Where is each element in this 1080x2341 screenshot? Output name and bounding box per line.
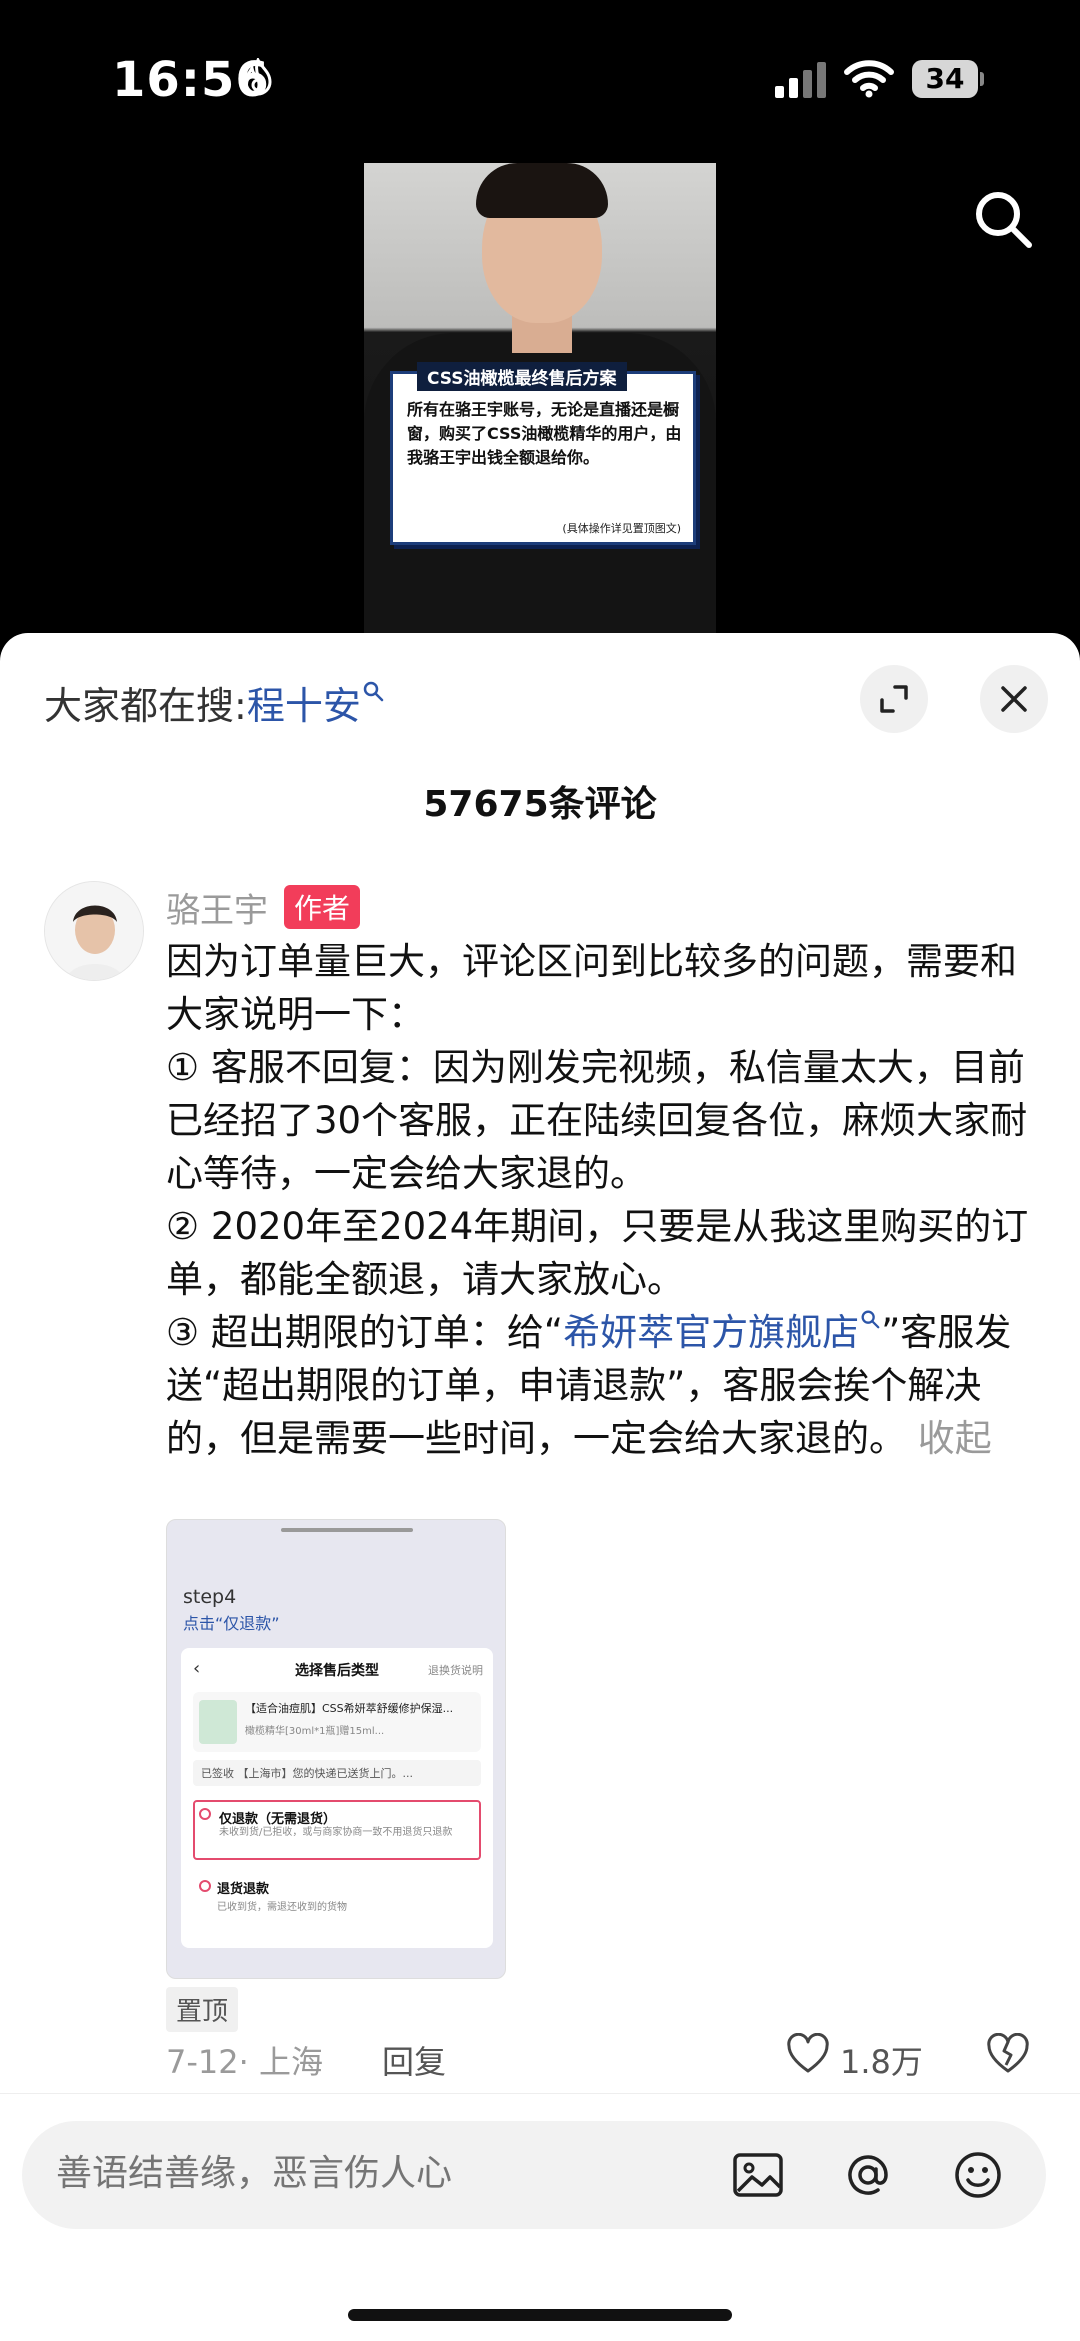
divider: [0, 2093, 1080, 2094]
close-button[interactable]: [980, 665, 1048, 733]
comment-paragraph: ③ 超出期限的订单：给“希妍萃官方旗舰店 ”客服发送“超出期限的订单，申请退款”，…: [166, 1306, 1042, 1465]
close-icon: [1001, 686, 1027, 712]
comment-text: 因为订单量巨大，评论区问到比较多的问题，需要和大家说明一下： ① 客服不回复：因…: [166, 935, 1042, 1465]
product-image: [199, 1700, 237, 1744]
comment-paragraph: ② 2020年至2024年期间，只要是从我这里购买的订单，都能全额退，请大家放心…: [166, 1205, 1029, 1301]
overlay-body: 所有在骆王宇账号，无论是直播还是橱窗，购买了CSS油橄榄精华的用户，由我骆王宇出…: [407, 400, 682, 467]
comment-count: 57675条评论: [423, 784, 657, 825]
comment-input-bar[interactable]: [22, 2121, 1046, 2229]
broken-heart-icon[interactable]: [986, 2033, 1030, 2075]
comment-text-span: ③ 超出期限的订单：给“: [166, 1311, 564, 1354]
search-icon: [861, 1310, 880, 1329]
hot-search-label: 大家都在搜:: [44, 684, 247, 728]
thumb-shipping: 已签收 【上海市】您的快递已送货上门。...: [193, 1760, 481, 1786]
comment-paragraph: ① 客服不回复：因为刚发完视频，私信量太大，目前已经招了30个客服，正在陆续回复…: [166, 1046, 1028, 1195]
comment-sheet: 大家都在搜:程十安 57675条评论 骆王宇 作者 因为订单量巨大，评论区问到比…: [0, 633, 1080, 2341]
thumb-option2-desc: 已收到货，需退还收到的货物: [217, 1902, 347, 1913]
expand-button[interactable]: [860, 665, 928, 733]
author-name[interactable]: 骆王宇: [166, 883, 268, 932]
thumb-panel: ‹ 选择售后类型 退换货说明 【适合油痘肌】CSS希妍萃舒缓修护保湿... 橄榄…: [181, 1648, 493, 1948]
radio-icon: [199, 1880, 211, 1892]
battery-indicator: 34: [912, 60, 984, 98]
thumb-product: 【适合油痘肌】CSS希妍萃舒缓修护保湿... 橄榄精华[30ml*1瓶]赠15m…: [193, 1692, 481, 1752]
emoji-icon[interactable]: [950, 2147, 1006, 2203]
search-icon[interactable]: [972, 188, 1034, 250]
pinned-badge: 置顶: [166, 1987, 239, 2032]
comment-date-location: 7-12· 上海: [166, 2043, 323, 2081]
thumb-panel-right: 退换货说明: [428, 1664, 483, 1677]
like-count: 1.8万: [840, 2043, 923, 2081]
thumb-step-sub: 点击“仅退款”: [183, 1614, 280, 1633]
hot-search[interactable]: 大家都在搜:程十安: [44, 675, 385, 730]
heart-icon[interactable]: [786, 2033, 830, 2075]
expand-icon: [880, 685, 908, 713]
thumb-option2-title: 退货退款: [217, 1882, 270, 1897]
comment-input[interactable]: [56, 2153, 736, 2194]
avatar-image: [45, 882, 143, 980]
search-icon: [363, 681, 384, 702]
image-icon[interactable]: [730, 2147, 786, 2203]
avatar[interactable]: [44, 881, 144, 981]
wifi-icon: [844, 60, 894, 98]
video-overlay-card: CSS油橄榄最终售后方案 所有在骆王宇账号，无论是直播还是橱窗，购买了CSS油橄…: [390, 362, 696, 545]
thumb-option-refund-only: 仅退款（无需退货） 未收到货/已拒收，或与商家协商一致不用退货只退款: [193, 1800, 481, 1860]
author-badge: 作者: [284, 885, 361, 929]
thumb-option1-desc: 未收到货/已拒收，或与商家协商一致不用退货只退款: [219, 1827, 453, 1838]
thumb-step: step4: [183, 1586, 237, 1608]
comment-paragraph: 因为订单量巨大，评论区问到比较多的问题，需要和大家说明一下：: [166, 940, 1017, 1036]
home-indicator[interactable]: [348, 2309, 732, 2321]
thumb-product-name: 【适合油痘肌】CSS希妍萃舒缓修护保湿...: [245, 1702, 454, 1715]
at-icon[interactable]: [840, 2147, 896, 2203]
comment-image[interactable]: step4 点击“仅退款” ‹ 选择售后类型 退换货说明 【适合油痘肌】CSS希…: [166, 1519, 506, 1979]
battery-level: 34: [925, 62, 965, 95]
thumb-product-spec: 橄榄精华[30ml*1瓶]赠15ml...: [245, 1726, 385, 1737]
shop-link[interactable]: 希妍萃官方旗舰店: [563, 1310, 881, 1354]
hot-search-term[interactable]: 程十安: [247, 684, 361, 728]
cellular-signal-icon: [775, 62, 826, 98]
status-bar: 16:56 34: [0, 0, 1080, 150]
overlay-note: (具体操作详见置顶图文): [562, 522, 681, 535]
shop-link-label: 希妍萃官方旗舰店: [563, 1311, 860, 1354]
video-player[interactable]: CSS油橄榄最终售后方案 所有在骆王宇账号，无论是直播还是橱窗，购买了CSS油橄…: [364, 163, 716, 633]
collapse-button[interactable]: 收起: [918, 1417, 992, 1460]
reply-button[interactable]: 回复: [382, 2037, 446, 2083]
thumb-option1-title: 仅退款（无需退货）: [219, 1812, 337, 1827]
overlay-title: CSS油橄榄最终售后方案: [417, 362, 627, 391]
flame-icon: [244, 58, 272, 96]
